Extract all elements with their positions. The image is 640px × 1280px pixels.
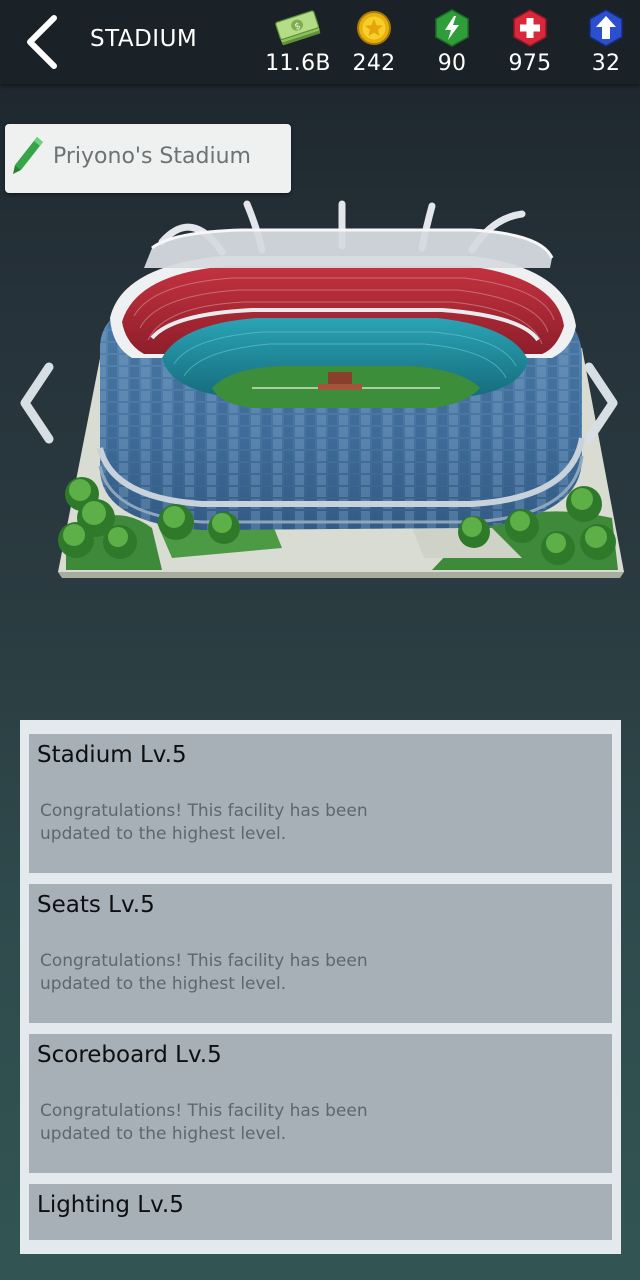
pencil-icon bbox=[11, 134, 45, 182]
coin-resource[interactable]: 242 bbox=[334, 8, 414, 76]
medical-icon bbox=[513, 9, 547, 47]
previous-stadium-button[interactable] bbox=[12, 358, 62, 448]
stadium-illustration bbox=[58, 200, 624, 578]
money-value: 11.6B bbox=[265, 51, 331, 76]
page-title: STADIUM bbox=[90, 26, 198, 52]
facility-title: Scoreboard Lv.5 bbox=[37, 1042, 222, 1068]
top-bar: STADIUM $ 11.6B 242 90 975 32 bbox=[0, 0, 640, 84]
facility-card-stadium[interactable]: Stadium Lv.5 Congratulations! This facil… bbox=[29, 734, 612, 873]
energy-value: 90 bbox=[437, 51, 467, 76]
upgrade-resource[interactable]: 32 bbox=[566, 8, 640, 76]
facility-card-seats[interactable]: Seats Lv.5 Congratulations! This facilit… bbox=[29, 884, 612, 1023]
back-button[interactable] bbox=[14, 8, 70, 76]
money-resource[interactable]: $ 11.6B bbox=[258, 8, 338, 76]
facility-title: Stadium Lv.5 bbox=[37, 742, 187, 768]
stadium-name-button[interactable]: Priyono's Stadium bbox=[5, 124, 291, 193]
energy-resource[interactable]: 90 bbox=[412, 8, 492, 76]
chevron-right-icon bbox=[584, 362, 618, 444]
facility-message: Congratulations! This facility has been … bbox=[40, 1101, 368, 1144]
medical-value: 975 bbox=[508, 51, 552, 76]
facility-title: Seats Lv.5 bbox=[37, 892, 155, 918]
stadium-model[interactable] bbox=[52, 198, 626, 586]
gold-coin-icon bbox=[357, 11, 391, 45]
upgrade-value: 32 bbox=[591, 51, 621, 76]
facility-message: Congratulations! This facility has been … bbox=[40, 801, 368, 844]
facility-card-lighting[interactable]: Lighting Lv.5 bbox=[29, 1184, 612, 1240]
facility-card-scoreboard[interactable]: Scoreboard Lv.5 Congratulations! This fa… bbox=[29, 1034, 612, 1173]
chevron-left-icon bbox=[27, 15, 57, 69]
stadium-name: Priyono's Stadium bbox=[53, 144, 251, 169]
upgrade-arrow-icon bbox=[589, 9, 623, 47]
next-stadium-button[interactable] bbox=[576, 358, 626, 448]
money-icon: $ bbox=[275, 10, 321, 46]
medical-resource[interactable]: 975 bbox=[490, 8, 570, 76]
facility-title: Lighting Lv.5 bbox=[37, 1192, 184, 1218]
facility-list[interactable]: Stadium Lv.5 Congratulations! This facil… bbox=[20, 720, 621, 1254]
chevron-left-icon bbox=[20, 362, 54, 444]
facility-message: Congratulations! This facility has been … bbox=[40, 951, 368, 994]
energy-icon bbox=[435, 9, 469, 47]
coin-value: 242 bbox=[352, 51, 396, 76]
